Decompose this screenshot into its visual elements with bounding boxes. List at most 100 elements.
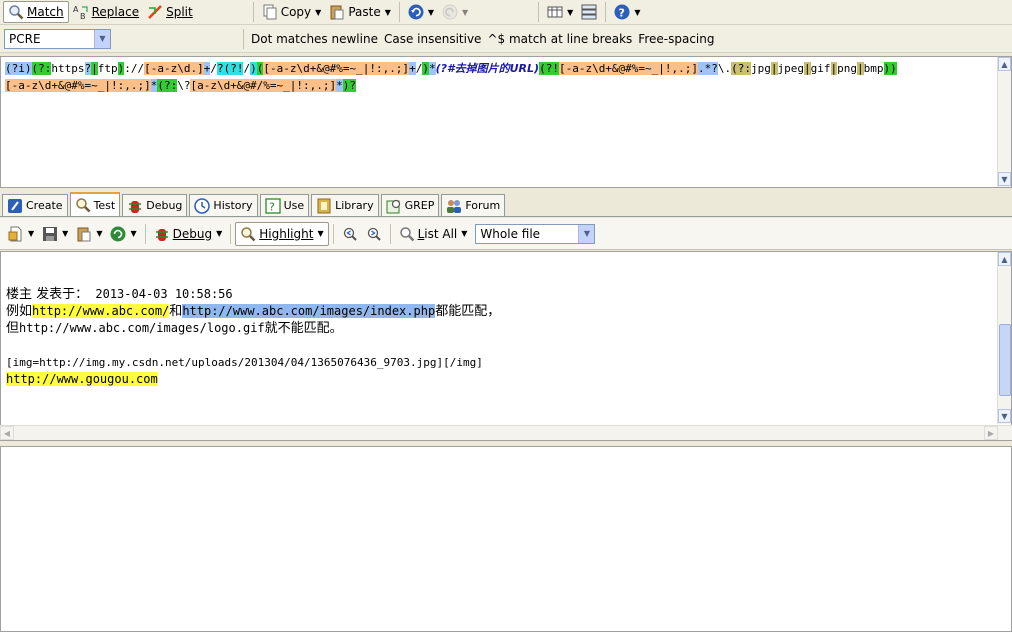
save-button[interactable]: ▼ [38, 223, 72, 245]
option-case-insensitive[interactable]: Case insensitive [381, 28, 484, 50]
regex-token: (?#去掉图片的URL) [435, 62, 540, 75]
match-highlight: http://www.abc.com/images/index.php [182, 304, 436, 318]
subject-line: [img=http://img.my.csdn.net/uploads/2013… [6, 356, 483, 369]
regex-token: | [804, 62, 811, 75]
scroll-right-icon[interactable]: ▶ [984, 426, 998, 440]
regex-token: https [51, 62, 85, 75]
regex-editor[interactable]: (?i)(?:https?|ftp)://[-a-z\d.]+/?(?!/)([… [0, 56, 1012, 188]
regex-token: [-a-z\d+&@#%=~_|!:,.;] [5, 79, 151, 92]
regex-token: [-a-z\d+&@#%=~_|!,.;] [558, 62, 699, 75]
use-icon: ? [264, 197, 281, 214]
scroll-thumb[interactable] [999, 324, 1011, 396]
options-toolbar: PCRE ▼ Dot matches newline Case insensit… [0, 25, 1012, 53]
option-label: Free-spacing [638, 31, 715, 46]
match-button[interactable]: Match [3, 1, 69, 23]
regex-token: / [210, 62, 217, 75]
redo-icon [442, 4, 458, 20]
highlight-button[interactable]: Highlight ▼ [235, 221, 329, 246]
test-subject-editor[interactable]: 楼主 发表于： 2013-04-03 10:58:56 例如http://www… [0, 251, 1012, 441]
chevron-down-icon: ▼ [427, 7, 435, 17]
regex-token: bmp [863, 62, 884, 75]
toolbar-separator [538, 2, 540, 22]
subject-hscrollbar[interactable]: ◀ ▶ [0, 425, 1012, 440]
regex-token: jpg [751, 62, 771, 75]
test-subject-text[interactable]: 楼主 发表于： 2013-04-03 10:58:56 例如http://www… [6, 286, 996, 388]
option-label: Case insensitive [383, 31, 482, 46]
tab-test[interactable]: Test [69, 192, 121, 216]
copy-label: Copy [280, 5, 312, 19]
document-icon [8, 226, 24, 242]
help-icon: ? [614, 4, 630, 20]
main-toolbar: Match AB Replace Split Copy ▼ Paste ▼ ▼ … [0, 0, 1012, 25]
debug-label: Debug [172, 226, 213, 241]
scope-select[interactable]: Whole file ▼ [475, 223, 596, 244]
tab-bar: Create Test Debug History ? Use Library … [0, 192, 1012, 217]
results-pane[interactable] [0, 446, 1012, 632]
tab-label: Forum [465, 199, 501, 212]
paste-button[interactable]: Paste ▼ [325, 1, 395, 23]
tab-history[interactable]: History [189, 194, 258, 216]
open-button[interactable]: ▼ [4, 223, 38, 245]
scroll-left-icon[interactable]: ◀ [0, 426, 14, 440]
panes-button[interactable] [577, 1, 601, 23]
clipboard-button[interactable]: ▼ [72, 223, 106, 245]
subject-vscrollbar[interactable]: ▲ ▼ [997, 252, 1011, 424]
regex-token: )? [342, 79, 357, 92]
split-button[interactable]: Split [143, 1, 197, 23]
scroll-down-icon[interactable]: ▼ [998, 409, 1011, 423]
regex-text[interactable]: (?i)(?:https?|ftp)://[-a-z\d.]+/?(?!/)([… [5, 60, 995, 94]
tab-forum[interactable]: Forum [441, 194, 506, 216]
copy-button[interactable]: Copy ▼ [258, 1, 326, 23]
regex-token: * [428, 62, 436, 75]
toolbar-separator [252, 2, 254, 22]
chevron-down-icon: ▼ [315, 7, 322, 17]
option-dot-matches-newline[interactable]: Dot matches newline [248, 28, 381, 50]
regex-token: (?: [157, 79, 178, 92]
chevron-down-icon: ▼ [578, 224, 595, 243]
svg-text:?: ? [619, 7, 625, 20]
subject-line [6, 337, 996, 354]
scroll-up-icon[interactable]: ▲ [998, 252, 1011, 266]
regex-token: [-a-z\d+&@#%=~_|!:,.;] [263, 62, 410, 75]
help-button[interactable]: ? ▼ [610, 1, 644, 23]
zoom-next-icon [366, 226, 382, 242]
debug-button[interactable]: Debug ▼ [150, 223, 227, 245]
magnifier-icon [75, 197, 91, 213]
redo-button[interactable]: ▼ [438, 1, 472, 23]
scroll-down-icon[interactable]: ▼ [998, 172, 1011, 186]
paste-icon [76, 226, 92, 242]
subject-line: http://www.gougou.com [6, 371, 996, 388]
zoom-previous-icon [342, 226, 358, 242]
option-multiline[interactable]: ^$ match at line breaks [484, 28, 635, 50]
toolbar-separator [144, 223, 146, 244]
replace-button[interactable]: AB Replace [69, 1, 143, 23]
next-match-button[interactable] [362, 223, 386, 245]
users-icon [446, 198, 462, 214]
save-icon [42, 226, 58, 242]
tab-create[interactable]: Create [2, 194, 68, 216]
tab-debug[interactable]: Debug [122, 194, 188, 216]
match-label: Match [27, 5, 64, 19]
tab-label: Use [283, 199, 305, 212]
create-icon [7, 198, 23, 214]
tab-use[interactable]: ? Use [259, 194, 310, 216]
list-all-button[interactable]: List All ▼ [395, 223, 472, 245]
regex-token: * [336, 79, 343, 92]
option-free-spacing[interactable]: Free-spacing [635, 28, 717, 50]
regex-token: )) [883, 62, 897, 75]
tab-label: Test [93, 198, 116, 212]
tab-library[interactable]: Library [311, 194, 379, 216]
undo-button[interactable]: ▼ [404, 1, 438, 23]
previous-match-button[interactable] [338, 223, 362, 245]
refresh-button[interactable]: ▼ [106, 223, 140, 245]
regex-scrollbar[interactable]: ▲ ▼ [997, 57, 1011, 187]
layout-button[interactable]: ▼ [543, 1, 577, 23]
bug-icon [154, 226, 170, 242]
tab-label: History [213, 199, 253, 212]
flavor-select[interactable]: PCRE ▼ [4, 28, 111, 49]
toolbar-separator [332, 223, 334, 244]
tab-label: Debug [146, 199, 183, 212]
scroll-up-icon[interactable]: ▲ [998, 57, 1011, 71]
regex-token: [-a-z\d.] [144, 62, 204, 75]
tab-grep[interactable]: GREP [380, 194, 440, 216]
